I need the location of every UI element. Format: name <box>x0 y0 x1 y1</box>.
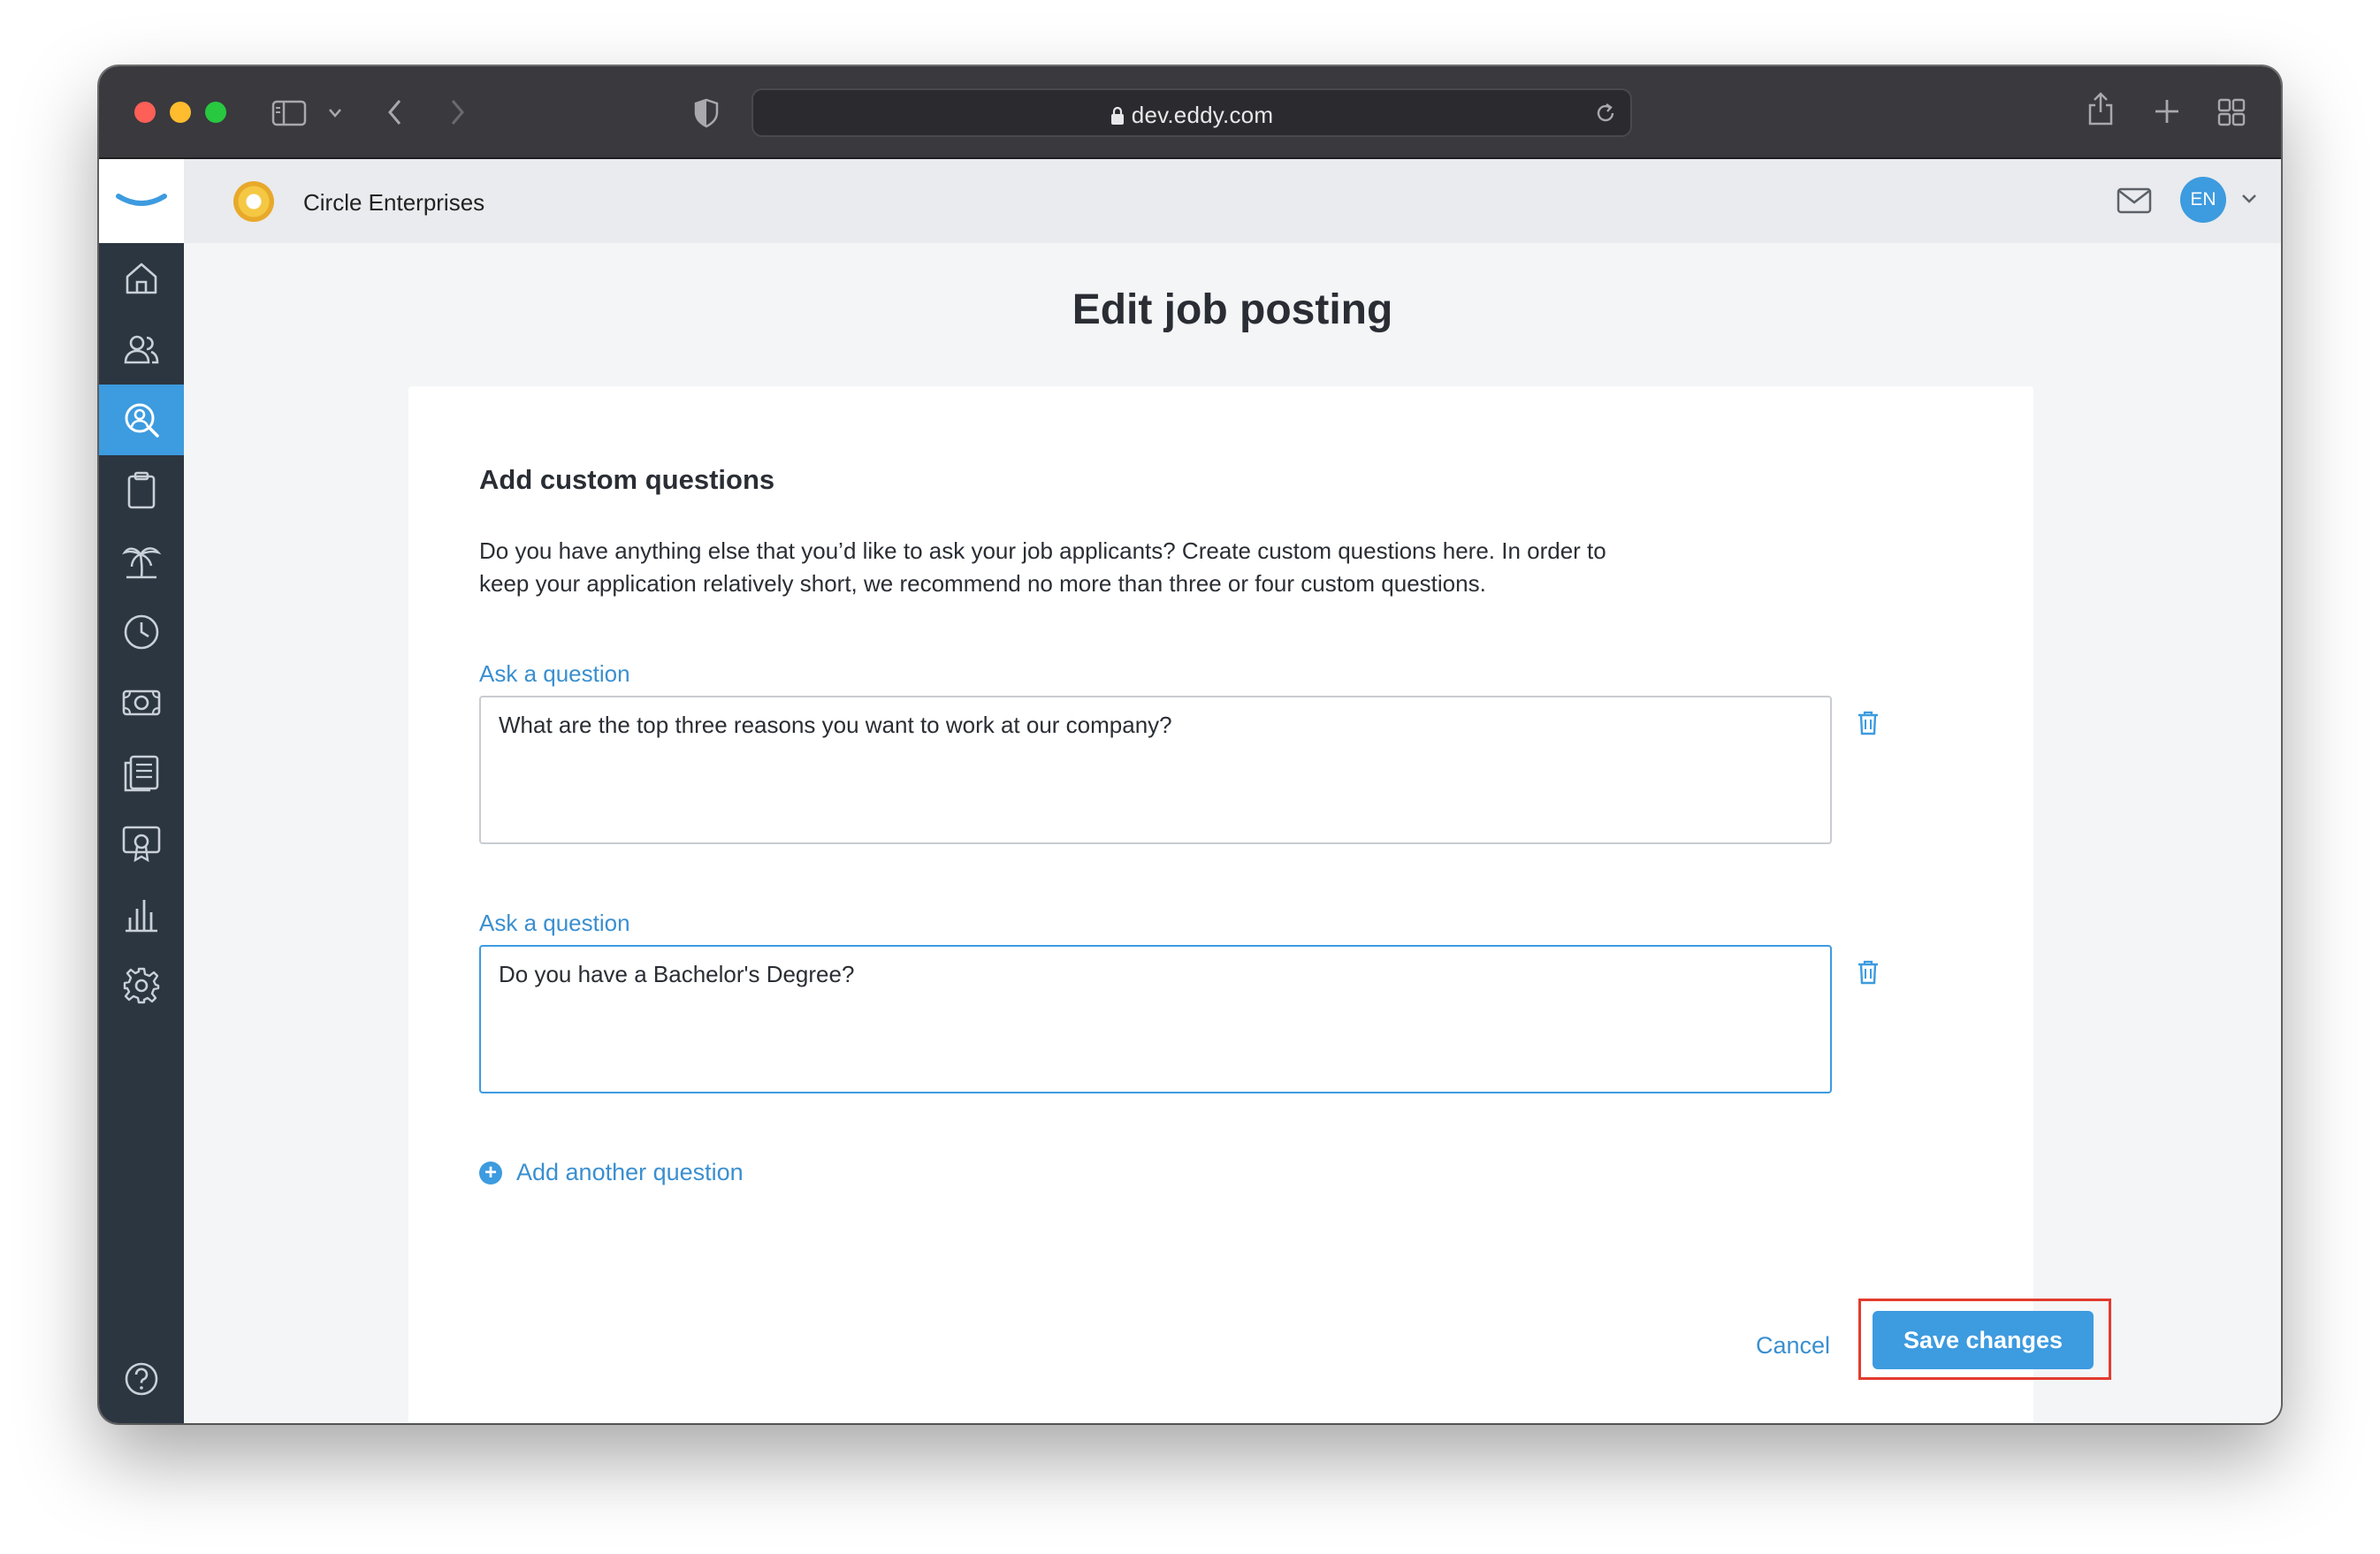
close-window-button[interactable] <box>134 102 156 123</box>
app-logo[interactable] <box>99 159 184 243</box>
plus-circle-icon: + <box>479 1161 502 1185</box>
question-1-input[interactable]: What are the top three reasons you want … <box>479 696 1832 844</box>
people-icon <box>124 335 159 364</box>
app-header: Circle Enterprises EN <box>99 159 2281 243</box>
sidebar-item-help[interactable] <box>99 1344 184 1414</box>
sidebar-toggle-icon[interactable] <box>271 100 309 126</box>
training-icon <box>122 826 161 863</box>
question-2-input[interactable]: Do you have a Bachelor's Degree? <box>479 945 1832 1093</box>
trash-icon <box>1858 711 1878 735</box>
shield-icon[interactable] <box>693 98 720 128</box>
payroll-icon <box>122 689 161 716</box>
reports-icon <box>126 900 157 933</box>
browser-window: dev.eddy.com Circle Enterprises EN Edit … <box>99 66 2281 1423</box>
delete-question-1-button[interactable] <box>1857 710 1880 741</box>
question-1-label: Ask a question <box>479 660 630 687</box>
save-changes-button[interactable]: Save changes <box>1873 1311 2094 1369</box>
sidebar-item-home[interactable] <box>99 243 184 314</box>
sidebar <box>99 243 184 1423</box>
sidebar-item-training[interactable] <box>99 809 184 880</box>
chevron-down-icon[interactable] <box>2240 193 2258 209</box>
sidebar-item-hiring[interactable] <box>99 385 184 455</box>
reload-icon[interactable] <box>1593 101 1618 130</box>
sidebar-item-tasks[interactable] <box>99 455 184 526</box>
sidebar-item-time-tracking[interactable] <box>99 597 184 667</box>
add-another-question-button[interactable]: + Add another question <box>479 1159 744 1186</box>
page-title: Edit job posting <box>1072 286 1393 333</box>
hiring-search-icon <box>125 403 159 438</box>
eddy-smile-logo-icon <box>116 194 167 206</box>
sidebar-item-documents[interactable] <box>99 738 184 809</box>
tab-overview-icon[interactable] <box>2217 98 2246 126</box>
company-logo <box>233 181 274 222</box>
section-title: Add custom questions <box>479 464 775 495</box>
url-text: dev.eddy.com <box>1131 102 1274 128</box>
custom-questions-card: Add custom questions Do you have anythin… <box>408 386 2111 1423</box>
sidebar-item-settings[interactable] <box>99 950 184 1021</box>
mail-icon[interactable] <box>2117 187 2152 218</box>
share-icon[interactable] <box>2086 91 2115 126</box>
lock-icon <box>1110 104 1125 132</box>
language-avatar[interactable]: EN <box>2180 177 2226 223</box>
delete-question-2-button[interactable] <box>1857 959 1880 990</box>
section-description: Do you have anything else that you’d lik… <box>479 537 1606 597</box>
browser-titlebar: dev.eddy.com <box>99 66 2281 159</box>
add-another-question-label: Add another question <box>516 1159 744 1185</box>
trash-icon <box>1858 960 1878 985</box>
main-content: Edit job posting Add custom questions Do… <box>184 243 2281 1423</box>
documents-icon <box>124 755 159 792</box>
forward-arrow-icon[interactable] <box>447 98 467 126</box>
new-tab-plus-icon[interactable] <box>2154 98 2180 125</box>
question-2-label: Ask a question <box>479 910 630 936</box>
sidebar-item-reports[interactable] <box>99 880 184 950</box>
sidebar-item-time-off[interactable] <box>99 526 184 597</box>
company-name[interactable]: Circle Enterprises <box>303 189 484 217</box>
minimize-window-button[interactable] <box>170 102 191 123</box>
home-icon <box>126 263 157 294</box>
clipboard-icon <box>127 471 156 509</box>
sidebar-item-payroll[interactable] <box>99 667 184 738</box>
clock-icon <box>124 614 159 650</box>
settings-icon <box>123 967 160 1004</box>
palm-tree-icon <box>122 547 162 579</box>
sidebar-item-people[interactable] <box>99 314 184 385</box>
back-arrow-icon[interactable] <box>385 98 405 126</box>
address-bar[interactable]: dev.eddy.com <box>751 88 1632 137</box>
cancel-button[interactable]: Cancel <box>1756 1332 1830 1360</box>
chevron-down-icon[interactable] <box>327 107 343 119</box>
zoom-window-button[interactable] <box>205 102 226 123</box>
help-icon <box>125 1362 158 1396</box>
